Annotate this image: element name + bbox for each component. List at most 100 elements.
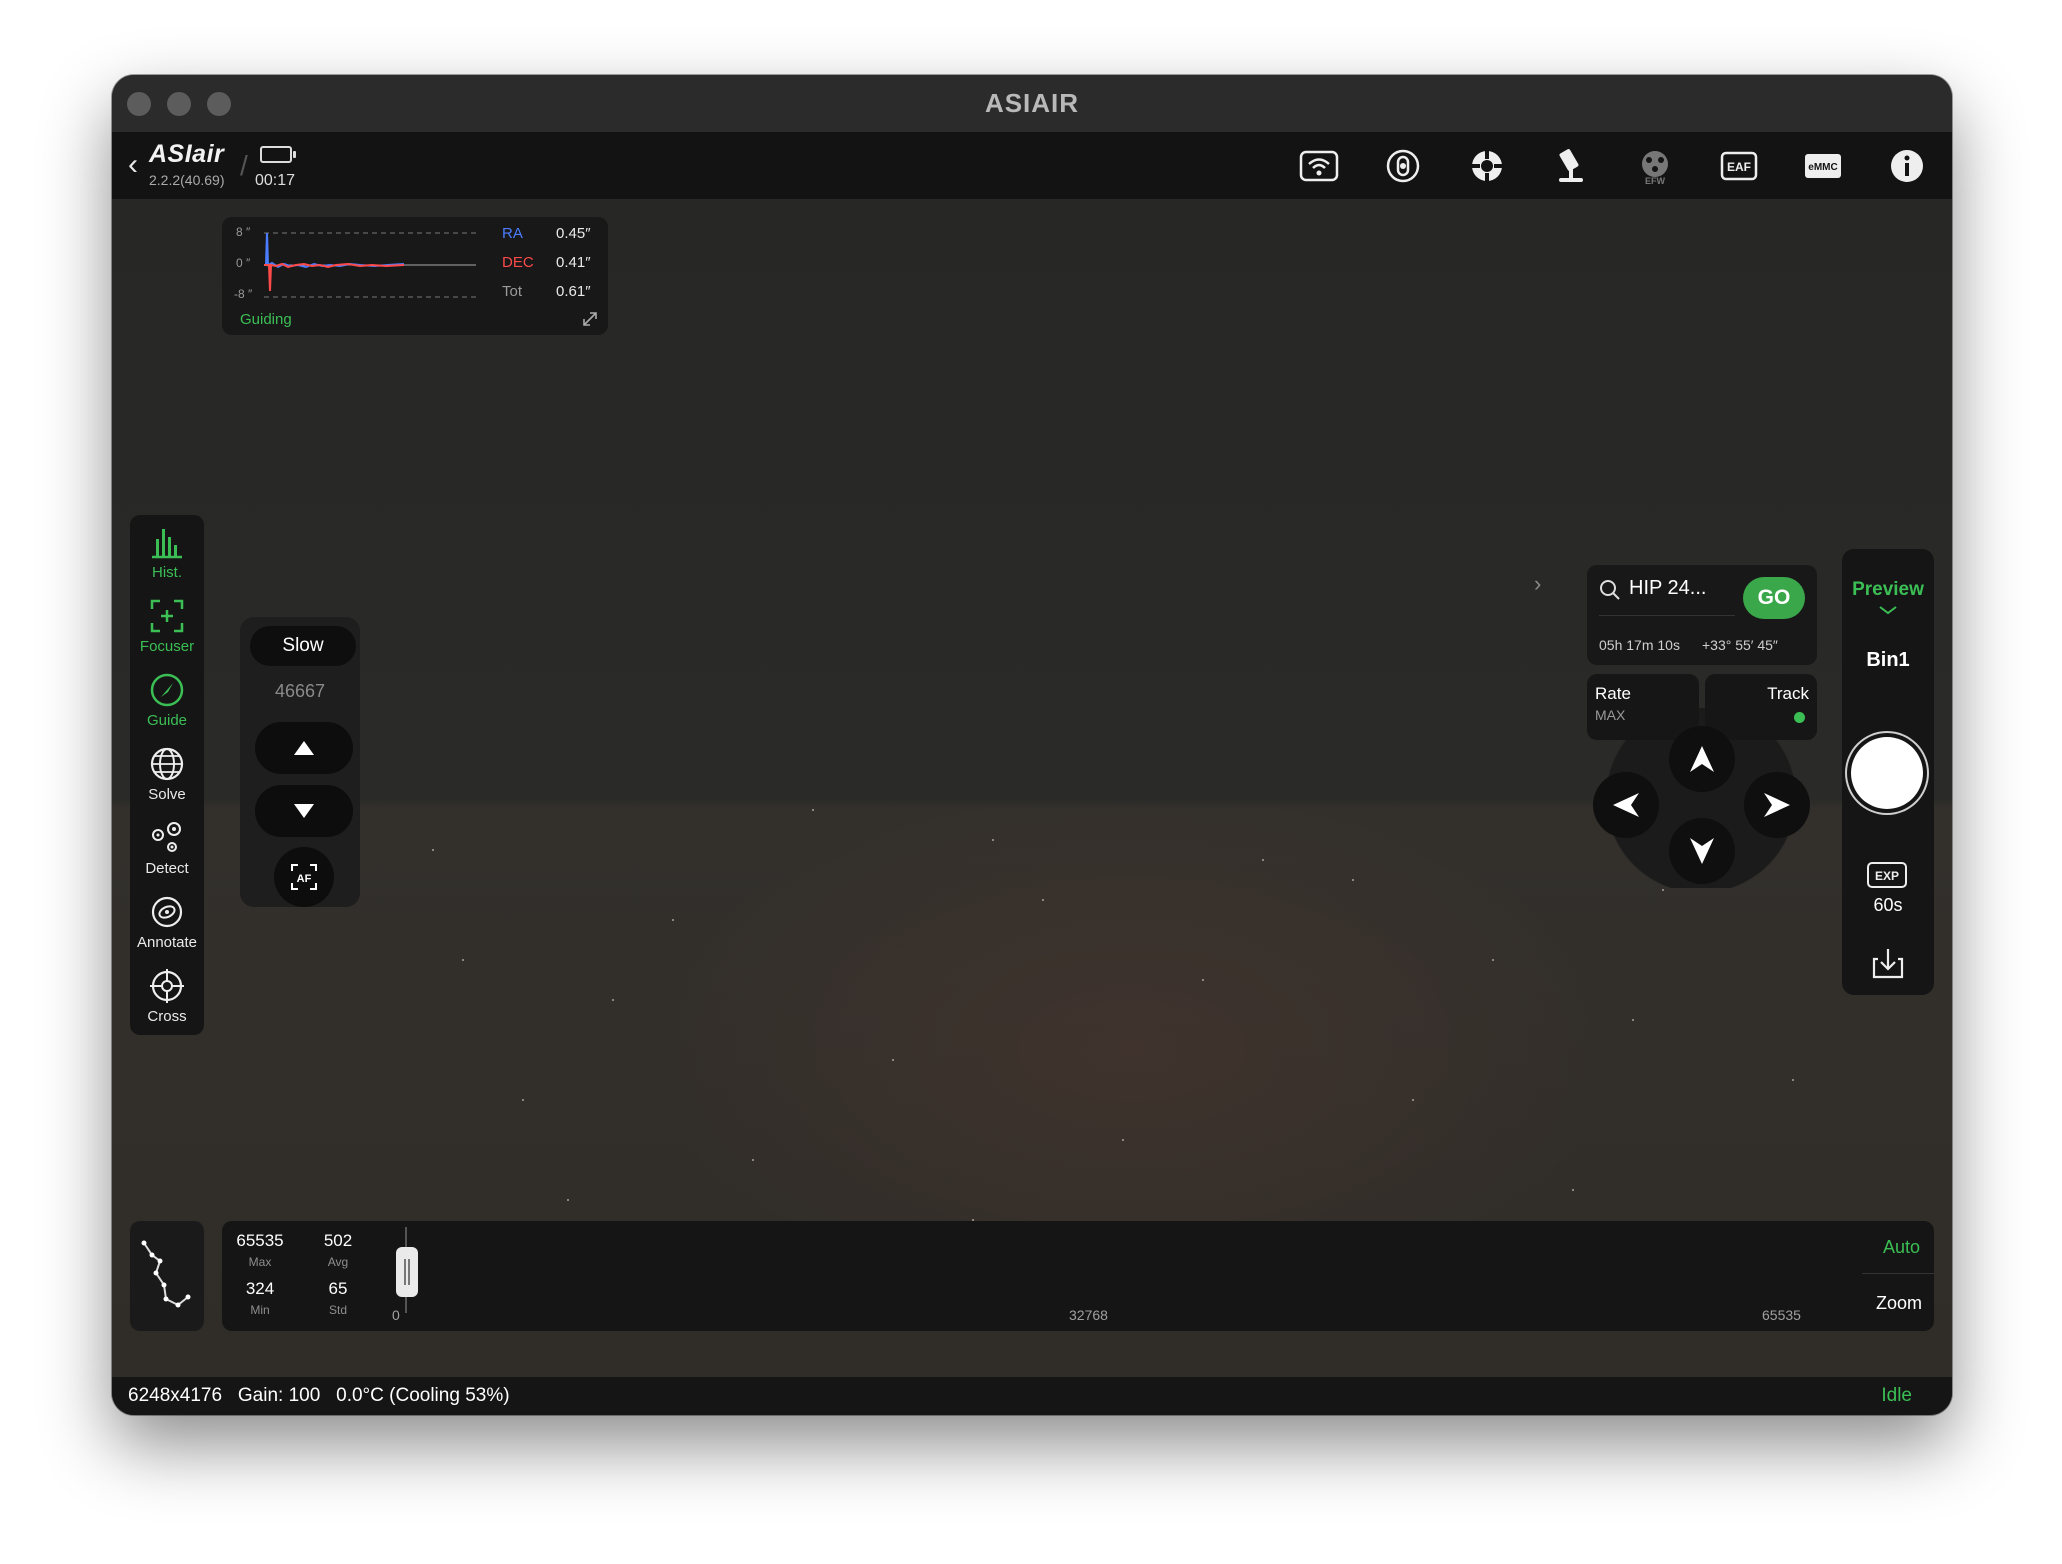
slew-north-button[interactable] — [1669, 726, 1735, 792]
tool-annotate[interactable]: Annotate — [130, 893, 204, 967]
arrow-right-icon — [1764, 793, 1790, 817]
track-label: Track — [1767, 684, 1809, 703]
info-icon[interactable] — [1885, 144, 1929, 188]
expand-icon[interactable] — [580, 309, 600, 329]
arrow-down-icon — [1690, 838, 1714, 864]
focus-down-button[interactable] — [255, 785, 353, 837]
goto-button[interactable]: GO — [1743, 577, 1805, 619]
svg-text:AF: AF — [297, 873, 312, 885]
tool-detect[interactable]: Detect — [130, 819, 204, 893]
app-window: ASIAIR ‹ ASIair 2.2.2(40.69) / 00:17 EFW… — [112, 75, 1952, 1415]
tool-annotate-label: Annotate — [136, 934, 198, 951]
exposure-value[interactable]: 60s — [1842, 895, 1934, 916]
tool-detect-label: Detect — [145, 860, 189, 877]
back-chevron-icon[interactable]: ‹ — [128, 150, 138, 180]
tool-cross[interactable]: Cross — [130, 967, 204, 1041]
histogram-icon — [152, 529, 182, 559]
tool-solve[interactable]: Solve — [130, 745, 204, 819]
download-icon[interactable] — [1870, 945, 1906, 981]
chevron-down-icon[interactable] — [1878, 605, 1898, 615]
stat-max-value: 65535 — [236, 1231, 284, 1250]
focuser-icon — [150, 599, 184, 633]
guiding-graph-panel[interactable]: 8 ″ 0 ″ -8 ″ RA 0.45″ DEC 0.41″ Tot 0.61… — [222, 217, 608, 335]
mount-icon[interactable] — [1549, 144, 1593, 188]
slew-rate-selector[interactable]: Rate MAX — [1587, 674, 1699, 740]
efw-icon[interactable]: EFW — [1633, 144, 1677, 188]
histogram-tick-max: 65535 — [1762, 1307, 1801, 1323]
constellation-map-icon — [141, 1240, 191, 1308]
window-title: ASIAIR — [984, 88, 1080, 118]
guiding-status: Guiding — [240, 311, 292, 328]
stat-std-label: Std — [328, 1303, 347, 1317]
cooler-icon[interactable] — [1381, 144, 1425, 188]
tracking-toggle[interactable]: Track — [1705, 674, 1817, 740]
tool-cross-label: Cross — [147, 1008, 187, 1025]
zoom-divider — [1862, 1273, 1934, 1274]
arrow-up-icon — [1690, 746, 1714, 772]
auto-stretch-button[interactable]: Auto — [1883, 1237, 1920, 1258]
target-name[interactable]: HIP 24... — [1629, 577, 1706, 600]
crosshair-icon — [150, 969, 184, 1003]
ra-error-value: 0.45″ — [556, 225, 591, 242]
status-info: 6248x4176 Gain: 100 0.0°C (Cooling 53%) — [128, 1385, 510, 1407]
binning-label[interactable]: Bin1 — [1842, 649, 1934, 672]
exposure-icon[interactable]: EXP — [1866, 861, 1908, 889]
tool-guide[interactable]: Guide — [130, 671, 204, 745]
wifi-icon[interactable] — [1297, 144, 1341, 188]
emmc-icon[interactable]: eMMC — [1801, 144, 1845, 188]
globe-icon — [150, 747, 184, 781]
zoom-button[interactable]: Zoom — [1876, 1293, 1922, 1314]
capture-mode-label[interactable]: Preview — [1842, 579, 1934, 601]
left-toolbar: Hist. Focuser Guide Solve Detect Annotat… — [130, 515, 204, 1035]
title-bar: ASIAIR — [112, 75, 1952, 133]
focus-speed-button[interactable]: Slow — [250, 626, 356, 666]
triangle-up-icon — [294, 741, 314, 755]
arrow-left-icon — [1613, 793, 1639, 817]
search-icon[interactable] — [1599, 579, 1621, 601]
image-resolution: 6248x4176 — [128, 1385, 223, 1406]
shutter-button[interactable] — [1851, 737, 1923, 809]
stat-std-value: 65 — [328, 1279, 348, 1298]
autofocus-icon: AF — [291, 864, 317, 890]
svg-text:EXP: EXP — [1875, 869, 1899, 883]
collapse-panel-chevron-icon[interactable]: › — [1534, 571, 1541, 597]
device-state: Idle — [1881, 1385, 1912, 1406]
autofocus-button[interactable]: AF — [274, 847, 334, 907]
galaxy-icon — [151, 896, 183, 928]
tool-hist[interactable]: Hist. — [130, 523, 204, 597]
tot-error-value: 0.61″ — [556, 283, 591, 300]
dec-error-value: 0.41″ — [556, 254, 591, 271]
stat-max-label: Max — [248, 1255, 272, 1269]
constellation-minimap[interactable] — [130, 1221, 204, 1331]
detect-stars-icon — [152, 822, 181, 852]
capture-panel: Preview Bin1 EXP 60s — [1842, 549, 1934, 995]
app-version: 2.2.2(40.69) — [149, 172, 225, 188]
stretch-slider-handle[interactable] — [396, 1247, 418, 1297]
svg-text:eMMC: eMMC — [1808, 162, 1837, 173]
tracking-status-dot — [1794, 712, 1805, 723]
mount-control-panel: Rate MAX Track — [1587, 674, 1817, 888]
session-timer: 00:17 — [255, 172, 296, 189]
triangle-down-icon — [294, 804, 314, 818]
target-ra: 05h 17m 10s — [1599, 637, 1680, 653]
target-divider — [1599, 615, 1735, 616]
tool-focuser-label: Focuser — [139, 638, 195, 655]
app-logo: ASIair — [149, 140, 225, 168]
stat-min-value: 324 — [245, 1279, 275, 1298]
battery-icon — [260, 146, 296, 163]
guide-scale-bottom: -8 ″ — [234, 287, 253, 301]
focus-up-button[interactable] — [255, 722, 353, 774]
tool-hist-label: Hist. — [152, 564, 182, 581]
slew-east-button[interactable] — [1744, 772, 1810, 838]
slew-west-button[interactable] — [1593, 772, 1659, 838]
svg-text:EFW: EFW — [1645, 176, 1666, 186]
guide-compass-icon — [150, 673, 184, 707]
guide-cam-icon[interactable] — [1465, 144, 1509, 188]
svg-text:EAF: EAF — [1727, 160, 1751, 174]
tot-label: Tot — [502, 283, 523, 300]
camera-temperature: 0.0°C (Cooling 53%) — [336, 1385, 510, 1406]
tool-focuser[interactable]: Focuser — [130, 597, 204, 671]
slew-south-button[interactable] — [1669, 818, 1735, 884]
ra-label: RA — [502, 225, 523, 242]
eaf-icon[interactable]: EAF — [1717, 144, 1761, 188]
